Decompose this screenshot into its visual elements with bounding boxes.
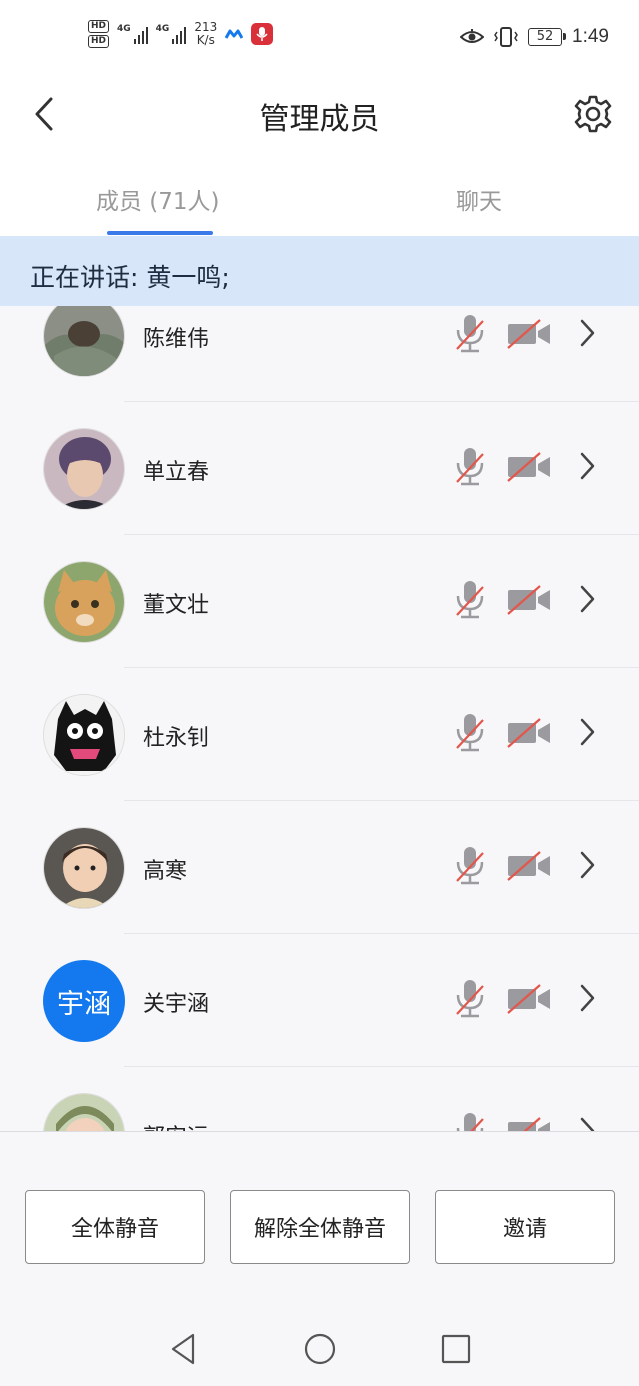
mute-all-button[interactable]: 全体静音	[25, 1190, 205, 1264]
network-type-label: 4G	[155, 24, 170, 34]
page-title: 管理成员	[259, 102, 380, 137]
action-bar: 全体静音 解除全体静音 邀请	[0, 1131, 639, 1311]
active-tab-indicator	[107, 231, 213, 235]
list-item[interactable]: 杜永钊	[0, 668, 639, 801]
camera-off-icon[interactable]	[506, 450, 552, 484]
avatar	[43, 428, 125, 510]
member-name: 董文壮	[143, 593, 210, 618]
mic-muted-icon[interactable]	[453, 978, 487, 1018]
nav-back-icon[interactable]	[166, 1331, 202, 1367]
app-header: 管理成员	[0, 80, 639, 150]
chevron-right-icon[interactable]	[576, 317, 598, 349]
status-left: HD HD 4G 4G 213 K/s	[88, 20, 274, 48]
settings-button[interactable]	[569, 90, 617, 138]
hd-icon: HD	[88, 35, 110, 48]
member-name: 郭安远	[143, 1119, 209, 1131]
camera-off-icon[interactable]	[506, 849, 552, 883]
chevron-right-icon[interactable]	[576, 450, 598, 482]
camera-off-icon[interactable]	[506, 716, 552, 750]
hd-indicators: HD HD	[88, 20, 110, 48]
nav-recents-icon[interactable]	[438, 1331, 474, 1367]
tab-bar: 成员 (71人) 聊天	[0, 160, 639, 236]
avatar	[43, 694, 125, 776]
vibrate-icon	[494, 27, 518, 47]
net-speed-unit: K/s	[196, 33, 215, 47]
gear-icon	[574, 95, 612, 133]
net-speed: 213 K/s	[194, 21, 217, 47]
clock: 1:49	[572, 26, 609, 47]
mic-muted-icon[interactable]	[453, 446, 487, 486]
camera-off-icon[interactable]	[506, 583, 552, 617]
battery-icon: 52	[528, 28, 567, 46]
member-name: 陈维伟	[143, 327, 210, 352]
eye-icon	[460, 29, 485, 43]
avatar: 宇涵	[43, 960, 125, 1042]
mi-icon	[225, 29, 244, 39]
chevron-right-icon[interactable]	[576, 1115, 598, 1131]
system-nav-bar	[0, 1311, 639, 1386]
list-item[interactable]: 董文壮	[0, 535, 639, 668]
mic-muted-icon[interactable]	[453, 1111, 487, 1131]
unmute-all-button[interactable]: 解除全体静音	[230, 1190, 410, 1264]
hd-icon: HD	[88, 20, 110, 33]
status-bar: HD HD 4G 4G 213 K/s 52 1:49	[0, 0, 639, 80]
mic-muted-icon[interactable]	[453, 712, 487, 752]
speaking-banner: 正在讲话: 黄一鸣;	[0, 236, 639, 306]
camera-off-icon[interactable]	[506, 982, 552, 1016]
signal-icon: 4G	[117, 24, 148, 44]
list-item[interactable]: 单立春	[0, 402, 639, 535]
avatar	[43, 1093, 125, 1131]
member-name: 杜永钊	[143, 726, 210, 751]
member-name: 关宇涵	[143, 992, 210, 1017]
member-name: 单立春	[143, 460, 210, 485]
chevron-right-icon[interactable]	[576, 982, 598, 1014]
list-item[interactable]: 宇涵 关宇涵	[0, 934, 639, 1067]
nav-home-icon[interactable]	[302, 1331, 338, 1367]
avatar	[43, 306, 125, 377]
member-name: 高寒	[143, 859, 188, 884]
avatar	[43, 827, 125, 909]
status-right: 52 1:49	[460, 26, 609, 48]
mic-muted-icon[interactable]	[453, 579, 487, 619]
camera-off-icon[interactable]	[506, 1115, 552, 1131]
signal-icon: 4G	[156, 24, 187, 44]
chevron-right-icon[interactable]	[576, 716, 598, 748]
mic-muted-icon[interactable]	[453, 313, 487, 353]
chevron-right-icon[interactable]	[576, 849, 598, 881]
list-item[interactable]: 郭安远	[0, 1067, 639, 1131]
mic-muted-icon[interactable]	[453, 845, 487, 885]
chevron-right-icon[interactable]	[576, 583, 598, 615]
tab-chat[interactable]: 聊天	[456, 182, 502, 216]
list-item[interactable]: 陈维伟	[0, 306, 639, 402]
camera-off-icon[interactable]	[506, 317, 552, 351]
invite-button[interactable]: 邀请	[435, 1190, 615, 1264]
tab-members[interactable]: 成员 (71人)	[96, 182, 220, 216]
network-type-label: 4G	[117, 24, 131, 34]
avatar	[43, 561, 125, 643]
list-item[interactable]: 高寒	[0, 801, 639, 934]
member-list[interactable]: 陈维伟 单立春 董文壮 杜永钊 高寒 宇涵 关宇涵	[0, 306, 639, 1131]
recorder-icon	[251, 23, 274, 45]
